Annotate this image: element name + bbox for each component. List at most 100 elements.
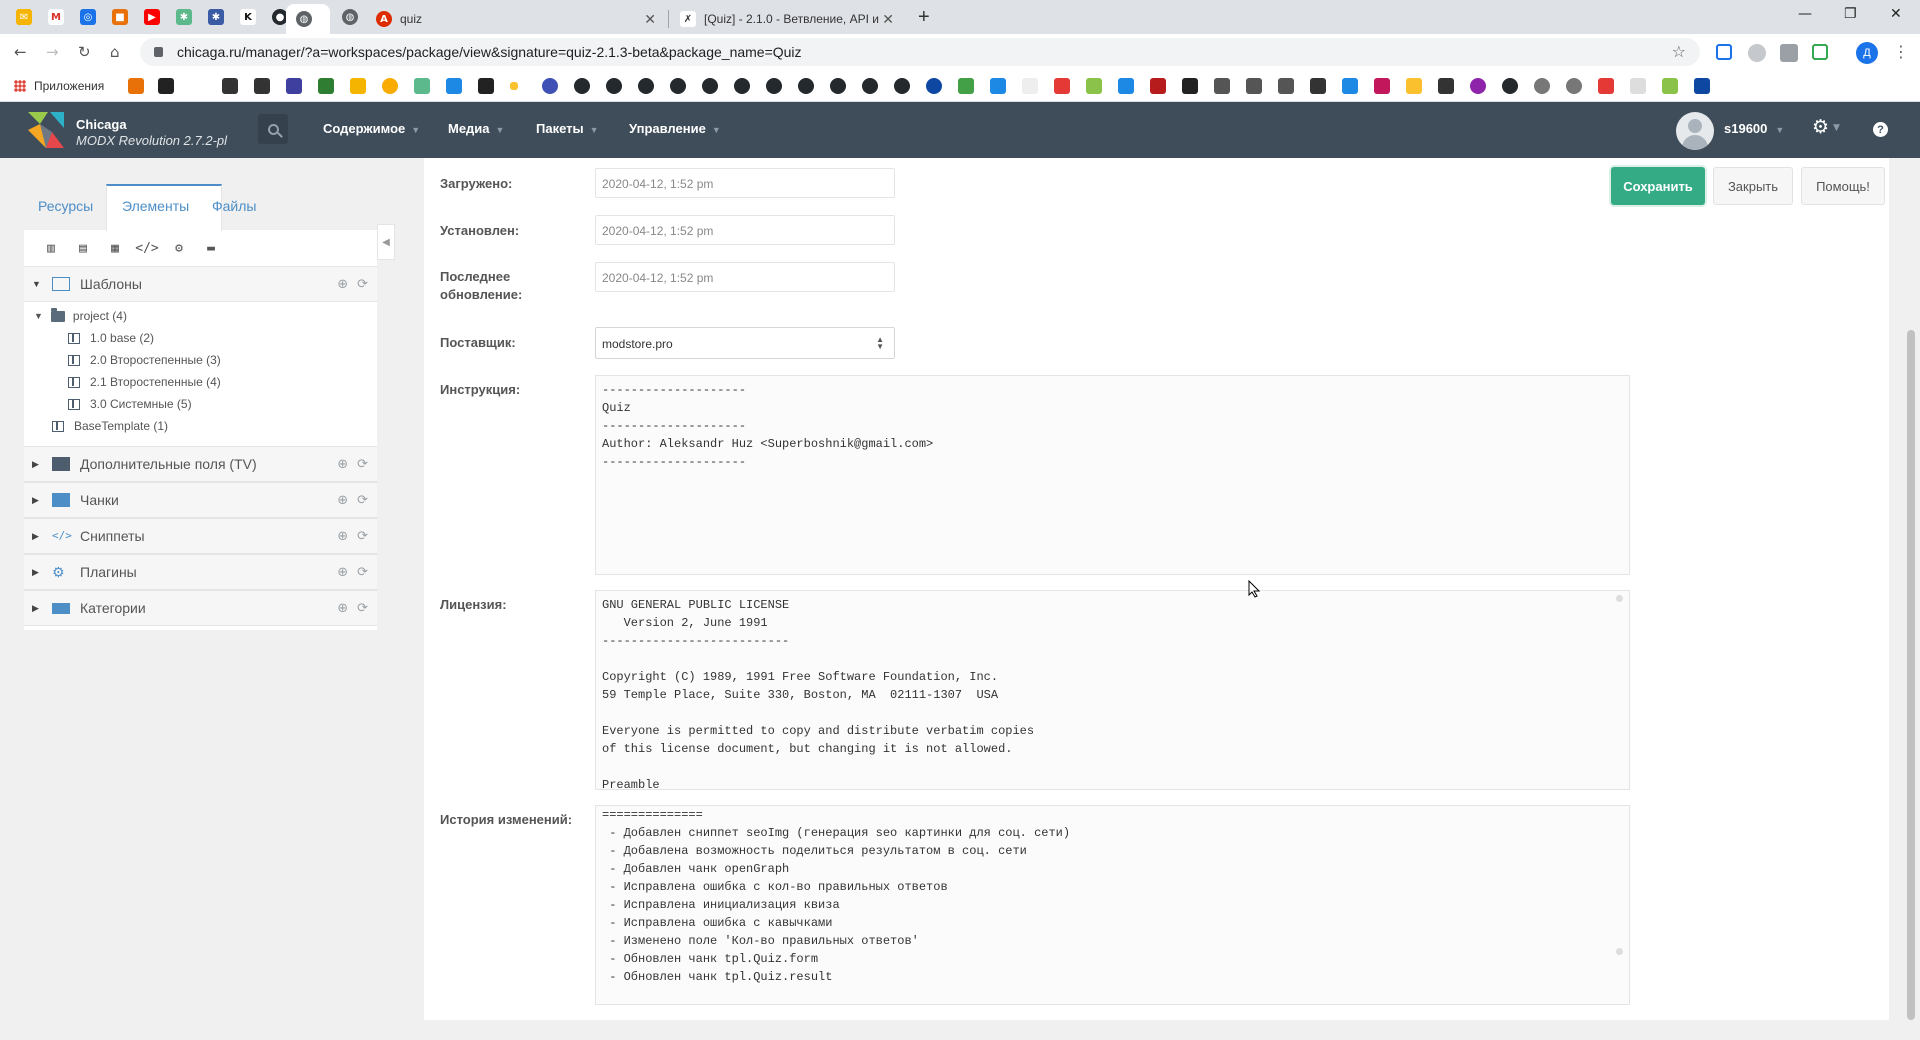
collapse-panel-icon[interactable]: ◀ <box>377 224 395 260</box>
github-icon[interactable] <box>574 78 590 94</box>
installed-field[interactable]: 2020-04-12, 1:52 pm <box>595 215 895 245</box>
tab-quiz-article[interactable]: ✗ [Quiz] - 2.1.0 - Ветвление, API и ✕ <box>670 4 904 34</box>
bookmark-icon[interactable] <box>1694 78 1710 94</box>
bookmark-icon[interactable] <box>1406 78 1422 94</box>
modx-logo-icon[interactable] <box>26 110 66 150</box>
bookmark-icon[interactable] <box>1054 78 1070 94</box>
new-plugin-icon[interactable]: ⚙ <box>170 240 188 256</box>
bookmark-icon[interactable] <box>414 78 430 94</box>
menu-manage[interactable]: Управление ▼ <box>629 121 721 136</box>
tree-item[interactable]: BaseTemplate (1) <box>52 416 168 436</box>
add-icon[interactable]: ⊕ <box>337 565 348 580</box>
bookmark-icon[interactable] <box>1438 78 1454 94</box>
new-chunk-icon[interactable]: ▦ <box>106 240 124 256</box>
bookmark-icon[interactable] <box>446 78 462 94</box>
bookmark-icon[interactable] <box>1662 78 1678 94</box>
bookmark-icon[interactable] <box>926 78 942 94</box>
home-icon[interactable]: ⌂ <box>110 43 120 61</box>
bookmark-icon[interactable] <box>1470 78 1486 94</box>
bookmark-icon[interactable] <box>1086 78 1102 94</box>
add-icon[interactable]: ⊕ <box>337 601 348 616</box>
pinned-tab-3[interactable]: ◎ <box>76 6 100 28</box>
user-menu[interactable]: s19600 ▼ <box>1724 121 1784 136</box>
section-tvs[interactable]: ▶ Дополнительные поля (TV) ⊕ ⟳ <box>24 446 377 482</box>
bookmark-icon[interactable] <box>1534 78 1550 94</box>
back-icon[interactable]: ← <box>14 43 27 61</box>
section-plugins[interactable]: ▶ ⚙ Плагины ⊕ ⟳ <box>24 554 377 590</box>
github-icon[interactable] <box>1502 78 1518 94</box>
bookmark-icon[interactable] <box>958 78 974 94</box>
scrollbar-thumb[interactable] <box>1907 330 1915 1020</box>
bookmark-icon[interactable] <box>1246 78 1262 94</box>
pinned-tab-6[interactable]: ✱ <box>172 6 196 28</box>
add-icon[interactable]: ⊕ <box>337 529 348 544</box>
bookmark-icon[interactable] <box>1278 78 1294 94</box>
github-icon[interactable] <box>798 78 814 94</box>
github-icon[interactable] <box>894 78 910 94</box>
bookmark-icon[interactable] <box>318 78 334 94</box>
github-icon[interactable] <box>862 78 878 94</box>
refresh-icon[interactable]: ⟳ <box>357 565 368 580</box>
site-name[interactable]: Chicaga <box>76 117 127 132</box>
pinned-tab-youtube[interactable]: ▶ <box>140 6 164 28</box>
add-icon[interactable]: ⊕ <box>337 493 348 508</box>
help-button[interactable]: Помощь! <box>1801 167 1885 205</box>
github-icon[interactable] <box>606 78 622 94</box>
tab-resources[interactable]: Ресурсы <box>38 198 93 214</box>
refresh-icon[interactable]: ⟳ <box>357 457 368 472</box>
refresh-icon[interactable]: ⟳ <box>357 601 368 616</box>
bookmark-icon[interactable] <box>1310 78 1326 94</box>
tree-item[interactable]: 3.0 Системные (5) <box>68 394 192 414</box>
new-snippet-icon[interactable]: </> <box>135 240 158 256</box>
profile-avatar[interactable]: Д <box>1856 42 1878 64</box>
refresh-icon[interactable]: ⟳ <box>357 277 368 292</box>
bookmark-icon[interactable] <box>382 78 398 94</box>
extension-icon[interactable] <box>1780 44 1798 62</box>
close-tab-icon[interactable]: ✕ <box>882 11 894 28</box>
section-chunks[interactable]: ▶ Чанки ⊕ ⟳ <box>24 482 377 518</box>
bookmark-icon[interactable] <box>1342 78 1358 94</box>
tab-current-globe[interactable]: ◍ <box>286 4 330 34</box>
bookmark-icon[interactable] <box>158 78 174 94</box>
reload-icon[interactable]: ↻ <box>78 43 91 61</box>
browser-menu-icon[interactable]: ⋮ <box>1893 42 1909 62</box>
bookmark-icon[interactable] <box>350 78 366 94</box>
refresh-icon[interactable]: ⟳ <box>357 529 368 544</box>
new-category-icon[interactable]: ▬ <box>202 240 220 256</box>
user-avatar[interactable] <box>1676 112 1714 150</box>
github-icon[interactable] <box>702 78 718 94</box>
bookmark-star-icon[interactable]: ☆ <box>1672 42 1686 62</box>
pinned-tab-mail[interactable]: ✉ <box>12 6 36 28</box>
pinned-tab-gmail[interactable]: M <box>44 6 68 28</box>
tree-item[interactable]: 1.0 base (2) <box>68 328 154 348</box>
tree-item[interactable]: 2.1 Второстепенные (4) <box>68 372 221 392</box>
section-templates[interactable]: ▼ Шаблоны ⊕ ⟳ <box>24 266 377 302</box>
bookmark-icon[interactable] <box>128 78 144 94</box>
provider-select[interactable]: modstore.pro ▲ ▼ <box>595 327 895 359</box>
bookmark-icon[interactable] <box>478 78 494 94</box>
instructions-textarea[interactable]: -------------------- Quiz --------------… <box>595 375 1630 575</box>
new-tab-button[interactable]: + <box>918 6 930 29</box>
adblock-icon[interactable] <box>1748 44 1766 62</box>
github-icon[interactable] <box>638 78 654 94</box>
bookmark-icon[interactable] <box>1022 78 1038 94</box>
extension-icon[interactable] <box>1716 44 1732 60</box>
github-icon[interactable] <box>830 78 846 94</box>
changelog-textarea[interactable]: ============== - Добавлен сниппет seoImg… <box>595 805 1630 1005</box>
tab-elements[interactable]: Элементы <box>122 198 190 214</box>
bookmark-icon[interactable] <box>1374 78 1390 94</box>
close-window-icon[interactable]: ✕ <box>1890 6 1902 22</box>
license-textarea[interactable]: GNU GENERAL PUBLIC LICENSE Version 2, Ju… <box>595 590 1630 790</box>
bookmark-icon[interactable] <box>1182 78 1198 94</box>
add-icon[interactable]: ⊕ <box>337 457 348 472</box>
menu-packages[interactable]: Пакеты ▼ <box>536 121 599 136</box>
bookmark-icon[interactable] <box>1118 78 1134 94</box>
bookmark-icon[interactable] <box>542 78 558 94</box>
help-icon[interactable]: ? <box>1873 122 1888 137</box>
add-icon[interactable]: ⊕ <box>337 277 348 292</box>
bookmark-icon[interactable] <box>1598 78 1614 94</box>
bookmark-icon[interactable] <box>254 78 270 94</box>
bookmark-icon[interactable] <box>286 78 302 94</box>
restore-icon[interactable]: ❐ <box>1844 6 1857 22</box>
forward-icon[interactable]: → <box>46 43 59 61</box>
